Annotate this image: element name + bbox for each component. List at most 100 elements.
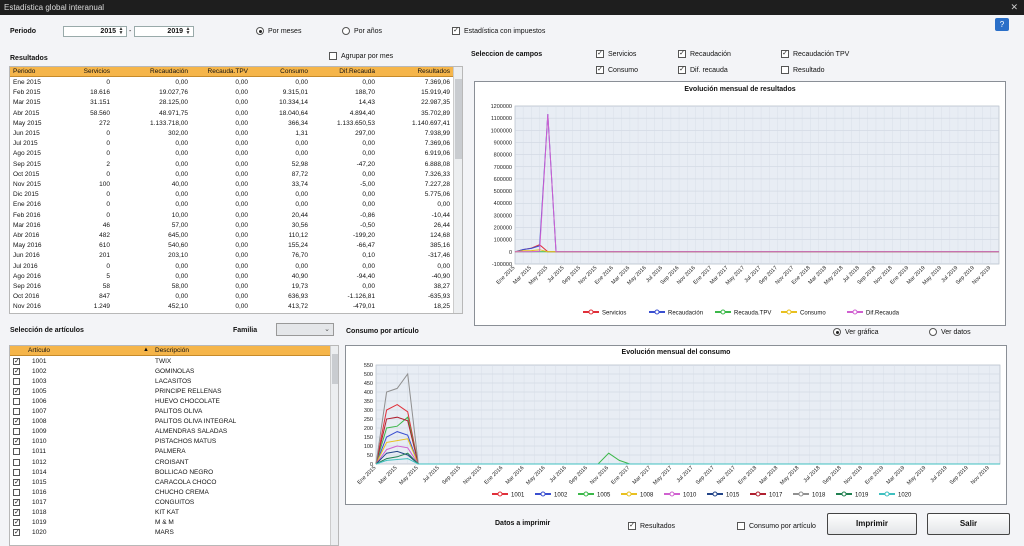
articulo-checkbox[interactable]: ✓ bbox=[13, 418, 20, 426]
list-item[interactable]: ✓ 1008 PALITOS OLIVA INTEGRAL bbox=[10, 417, 330, 427]
scroll-thumb[interactable] bbox=[332, 354, 338, 384]
help-book-icon[interactable]: ? bbox=[995, 18, 1009, 31]
table-row[interactable]: Jul 2015 0 0,00 0,00 0,00 0,00 7.369,06 bbox=[10, 139, 453, 149]
table-row[interactable]: Abr 2016 482 645,00 0,00 110,12 -199,20 124,68 bbox=[10, 231, 453, 241]
familia-dropdown[interactable]: ⌄ bbox=[276, 323, 334, 336]
articulo-checkbox[interactable] bbox=[13, 468, 20, 476]
imprimir-consumo-checkbox[interactable] bbox=[737, 522, 745, 530]
salir-button[interactable]: Salir bbox=[927, 513, 1010, 535]
col-resultados[interactable]: Resultados bbox=[377, 68, 450, 75]
campo-recaudacion-tpv-checkbox[interactable]: ✓ bbox=[781, 50, 789, 58]
list-item[interactable]: 1009 ALMENDRAS SALADAS bbox=[10, 427, 330, 437]
col-descripcion[interactable]: Descripción bbox=[155, 347, 189, 354]
articulo-checkbox[interactable] bbox=[13, 378, 20, 386]
campo-consumo-checkbox[interactable]: ✓ bbox=[596, 66, 604, 74]
table-row[interactable]: Nov 2015 100 40,00 0,00 33,74 -5,00 7.227,28 bbox=[10, 180, 453, 190]
table-row[interactable]: Mar 2016 46 57,00 0,00 30,56 -0,50 26,44 bbox=[10, 221, 453, 231]
list-item[interactable]: 1012 CROISANT bbox=[10, 458, 330, 468]
articulos-scrollbar[interactable] bbox=[330, 346, 338, 545]
table-row[interactable]: Jun 2016 201 203,10 0,00 76,70 0,10 -317,46 bbox=[10, 251, 453, 261]
col-recaudacion[interactable]: Recaudación bbox=[115, 68, 188, 75]
articulo-checkbox[interactable]: ✓ bbox=[13, 368, 20, 376]
impuestos-checkbox[interactable]: ✓ bbox=[452, 27, 460, 35]
table-row[interactable]: Sep 2016 58 58,00 0,00 19,73 0,00 38,27 bbox=[10, 282, 453, 292]
scroll-thumb[interactable] bbox=[455, 79, 462, 159]
por-anos-radio[interactable] bbox=[342, 27, 350, 35]
list-item[interactable]: ✓ 1018 KIT KAT bbox=[10, 508, 330, 518]
articulo-checkbox[interactable]: ✓ bbox=[13, 388, 20, 396]
table-row[interactable]: Sep 2015 2 0,00 0,00 52,98 -47,20 6.888,08 bbox=[10, 160, 453, 170]
table-row[interactable]: Ene 2015 0 0,00 0,00 0,00 0,00 7.369,06 bbox=[10, 78, 453, 88]
x-tick-label: Sep 2016 bbox=[568, 465, 589, 486]
year-from-spinner[interactable]: 2015 ▲ ▼ bbox=[63, 26, 127, 37]
table-row[interactable]: Dic 2015 0 0,00 0,00 0,00 0,00 5.775,06 bbox=[10, 190, 453, 200]
articulo-checkbox[interactable] bbox=[13, 408, 20, 416]
list-item[interactable]: ✓ 1015 CARACOLA CHOCO bbox=[10, 478, 330, 488]
list-item[interactable]: ✓ 1017 CONGUITOS bbox=[10, 498, 330, 508]
agrupar-checkbox[interactable] bbox=[329, 52, 337, 60]
col-recauda-tpv[interactable]: Recauda.TPV bbox=[190, 68, 248, 75]
table-row[interactable]: Ago 2016 5 0,00 0,00 40,90 -94,40 -40,90 bbox=[10, 272, 453, 282]
table-row[interactable]: Oct 2016 847 0,00 0,00 636,93 -1.126,81 -635,9… bbox=[10, 292, 453, 302]
table-row[interactable]: Ago 2015 0 0,00 0,00 0,00 0,00 6.919,06 bbox=[10, 149, 453, 159]
table-cell: 0 bbox=[106, 130, 110, 137]
campo-dif-recauda-checkbox[interactable]: ✓ bbox=[678, 66, 686, 74]
articulo-checkbox[interactable]: ✓ bbox=[13, 478, 20, 486]
articulo-checkbox[interactable]: ✓ bbox=[13, 498, 20, 506]
list-item[interactable]: 1014 BOLLICAO NEGRO bbox=[10, 468, 330, 478]
campo-recaudacion-checkbox[interactable]: ✓ bbox=[678, 50, 686, 58]
list-item[interactable]: ✓ 1002 GOMINOLAS bbox=[10, 367, 330, 377]
table-row[interactable]: Feb 2016 0 10,00 0,00 20,44 -0,86 -10,44 bbox=[10, 211, 453, 221]
list-item[interactable]: ✓ 1001 TWIX bbox=[10, 357, 330, 367]
list-item[interactable]: ✓ 1019 M & M bbox=[10, 518, 330, 528]
col-dif-recauda[interactable]: Dif.Recauda bbox=[310, 68, 375, 75]
list-item[interactable]: ✓ 1005 PRINCIPE RELLENAS bbox=[10, 387, 330, 397]
table-row[interactable]: May 2016 610 540,60 0,00 155,24 -66,47 385,16 bbox=[10, 241, 453, 251]
list-item[interactable]: 1016 CHUCHO CREMA bbox=[10, 488, 330, 498]
close-icon[interactable]: ✕ bbox=[1010, 0, 1018, 15]
ver-datos-radio[interactable] bbox=[929, 328, 937, 336]
articulo-checkbox[interactable] bbox=[13, 428, 20, 436]
table-row[interactable]: Abr 2015 58.560 48.971,75 0,00 18.040,64 4.89… bbox=[10, 109, 453, 119]
spinner-arrows-icon[interactable]: ▲ ▼ bbox=[117, 27, 125, 36]
campo-servicios-checkbox[interactable]: ✓ bbox=[596, 50, 604, 58]
col-periodo[interactable]: Periodo bbox=[13, 68, 35, 75]
table-row[interactable]: Oct 2015 0 0,00 0,00 87,72 0,00 7.326,33 bbox=[10, 170, 453, 180]
col-articulo[interactable]: Artículo bbox=[28, 347, 50, 354]
imprimir-button[interactable]: Imprimir bbox=[827, 513, 917, 535]
y-tick-label: 400000 bbox=[494, 201, 512, 207]
resultados-scrollbar[interactable] bbox=[453, 67, 462, 313]
list-item[interactable]: 1003 LACASITOS bbox=[10, 377, 330, 387]
table-row[interactable]: Jul 2016 0 0,00 0,00 0,00 0,00 0,00 bbox=[10, 262, 453, 272]
list-item[interactable]: 1007 PALITOS OLIVA bbox=[10, 407, 330, 417]
ver-grafica-radio[interactable] bbox=[833, 328, 841, 336]
articulo-checkbox[interactable] bbox=[13, 448, 20, 456]
table-row[interactable]: Ene 2016 0 0,00 0,00 0,00 0,00 0,00 bbox=[10, 200, 453, 210]
articulo-checkbox[interactable]: ✓ bbox=[13, 438, 20, 446]
table-row[interactable]: Nov 2016 1.249 452,10 0,00 413,72 -479,01 18,2… bbox=[10, 302, 453, 312]
table-row[interactable]: May 2015 272 1.133.718,00 0,00 366,34 1.133.6… bbox=[10, 119, 453, 129]
articulo-checkbox[interactable]: ✓ bbox=[13, 528, 20, 536]
col-consumo[interactable]: Consumo bbox=[250, 68, 308, 75]
table-row[interactable]: Jun 2015 0 302,00 0,00 1,31 297,00 7.938,99 bbox=[10, 129, 453, 139]
imprimir-resultados-checkbox[interactable]: ✓ bbox=[628, 522, 636, 530]
articulo-checkbox[interactable]: ✓ bbox=[13, 518, 20, 526]
list-item[interactable]: ✓ 1020 MARS bbox=[10, 528, 330, 538]
campo-resultado-checkbox[interactable] bbox=[781, 66, 789, 74]
table-row[interactable]: Feb 2015 18.616 19.027,76 0,00 9.315,01 188,7… bbox=[10, 88, 453, 98]
articulo-checkbox[interactable] bbox=[13, 458, 20, 466]
table-cell: 35.702,89 bbox=[421, 109, 450, 117]
list-item[interactable]: 1011 PALMERA bbox=[10, 447, 330, 457]
por-meses-radio[interactable] bbox=[256, 27, 264, 35]
table-row[interactable]: Mar 2015 31.151 28.125,00 0,00 10.334,14 14,4… bbox=[10, 98, 453, 108]
articulo-checkbox[interactable]: ✓ bbox=[13, 508, 20, 516]
col-servicios[interactable]: Servicios bbox=[70, 68, 110, 75]
articulo-checkbox[interactable] bbox=[13, 398, 20, 406]
list-item[interactable]: ✓ 1010 PISTACHOS MATUS bbox=[10, 437, 330, 447]
spinner-arrows-icon[interactable]: ▲ ▼ bbox=[184, 27, 192, 36]
list-item[interactable]: 1006 HUEVO CHOCOLATE bbox=[10, 397, 330, 407]
year-to-spinner[interactable]: 2019 ▲ ▼ bbox=[134, 26, 194, 37]
table-cell: 0,00 bbox=[362, 283, 375, 290]
articulo-checkbox[interactable] bbox=[13, 488, 20, 496]
articulo-checkbox[interactable]: ✓ bbox=[13, 358, 20, 365]
